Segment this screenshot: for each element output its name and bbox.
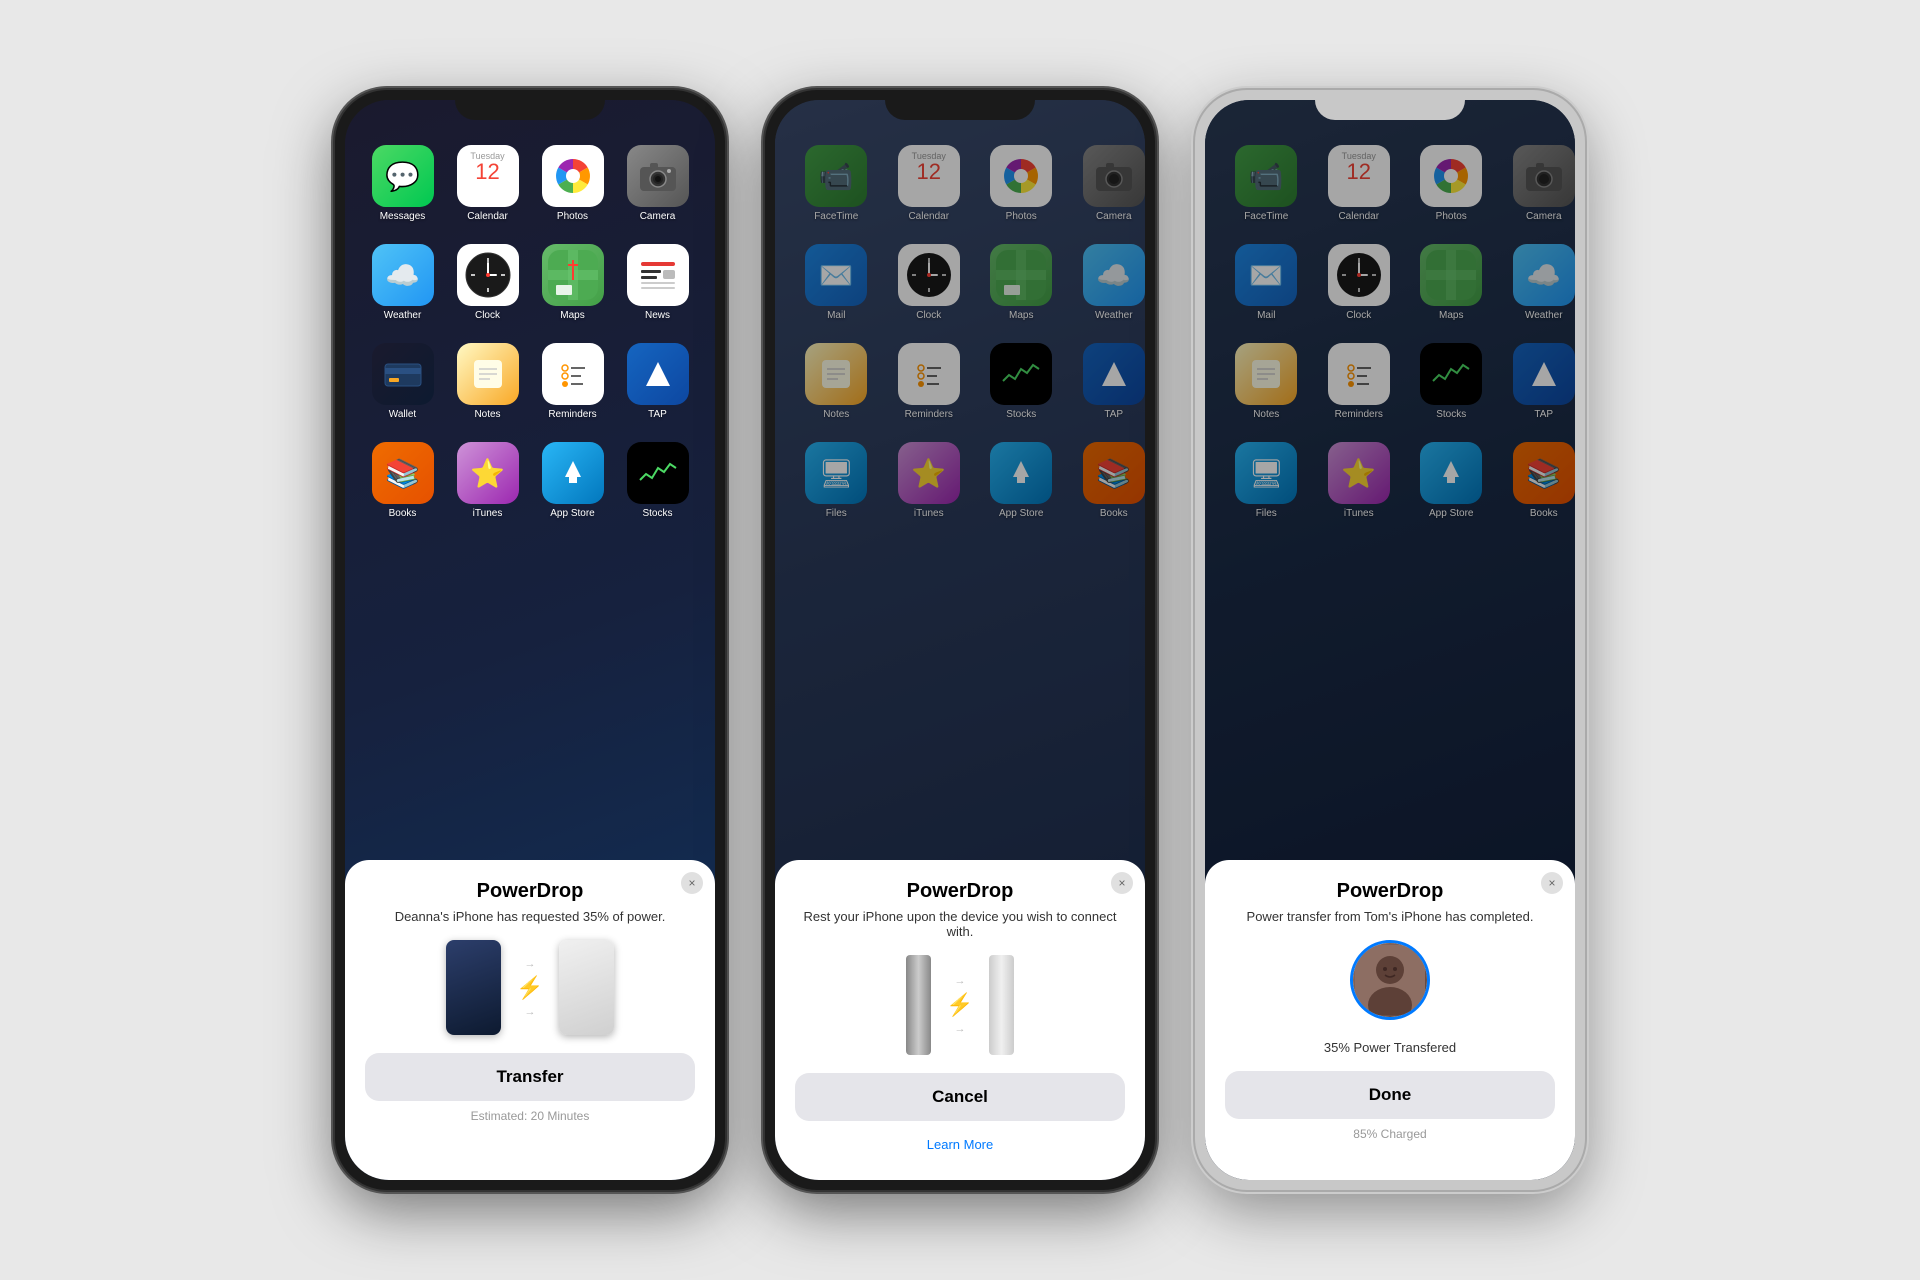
modal-devices-2: → ⚡ → [795,955,1125,1055]
screen-3: 📹 FaceTime Tuesday 12 Calendar [1205,100,1575,1180]
modal-close-3[interactable]: × [1541,872,1563,894]
notch-2 [885,90,1035,120]
modal-close-2[interactable]: × [1111,872,1133,894]
powerdrop-modal-2: × PowerDrop Rest your iPhone upon the de… [775,860,1145,1180]
modal-footer-1: Estimated: 20 Minutes [365,1109,695,1123]
avatar-circle [1350,940,1430,1020]
done-button[interactable]: Done [1225,1071,1555,1119]
learn-more-link[interactable]: Learn More [795,1137,1125,1152]
power-transferred-text: 35% Power Transfered [1225,1040,1555,1055]
target-phone-sil [559,940,614,1035]
phone-3: 📹 FaceTime Tuesday 12 Calendar [1195,90,1585,1190]
avatar-image [1353,943,1427,1017]
modal-title-2: PowerDrop [795,880,1125,903]
modal-title-1: PowerDrop [365,880,695,903]
homescreen-3: 📹 FaceTime Tuesday 12 Calendar [1205,100,1575,1180]
powerdrop-modal-3: × PowerDrop Power transfer from Tom's iP… [1205,860,1575,1180]
phone-side-2 [989,955,1014,1055]
phone-2: 📹 FaceTime Tuesday 12 Calendar [765,90,1155,1190]
notch-3 [1315,90,1465,120]
homescreen-2: 📹 FaceTime Tuesday 12 Calendar [775,100,1145,1180]
modal-footer-3: 85% Charged [1225,1127,1555,1141]
modal-subtitle-2: Rest your iPhone upon the device you wis… [795,909,1125,939]
screen-2: 📹 FaceTime Tuesday 12 Calendar [775,100,1145,1180]
source-phone-sil [446,940,501,1035]
powerdrop-modal-1: × PowerDrop Deanna's iPhone has requeste… [345,860,715,1180]
cancel-button[interactable]: Cancel [795,1073,1125,1121]
modal-close-1[interactable]: × [681,872,703,894]
modal-subtitle-3: Power transfer from Tom's iPhone has com… [1225,909,1555,924]
phone-1: 💬 Messages Tuesday 12 Calendar [335,90,725,1190]
modal-title-3: PowerDrop [1225,880,1555,903]
modal-subtitle-1: Deanna's iPhone has requested 35% of pow… [365,909,695,924]
modal-devices-1: → ⚡ → [365,940,695,1035]
screen-1: 💬 Messages Tuesday 12 Calendar [345,100,715,1180]
notch-1 [455,90,605,120]
phone-side-1 [906,955,931,1055]
homescreen-1: 💬 Messages Tuesday 12 Calendar [345,100,715,1180]
avatar-section [1225,940,1555,1028]
transfer-button[interactable]: Transfer [365,1053,695,1101]
